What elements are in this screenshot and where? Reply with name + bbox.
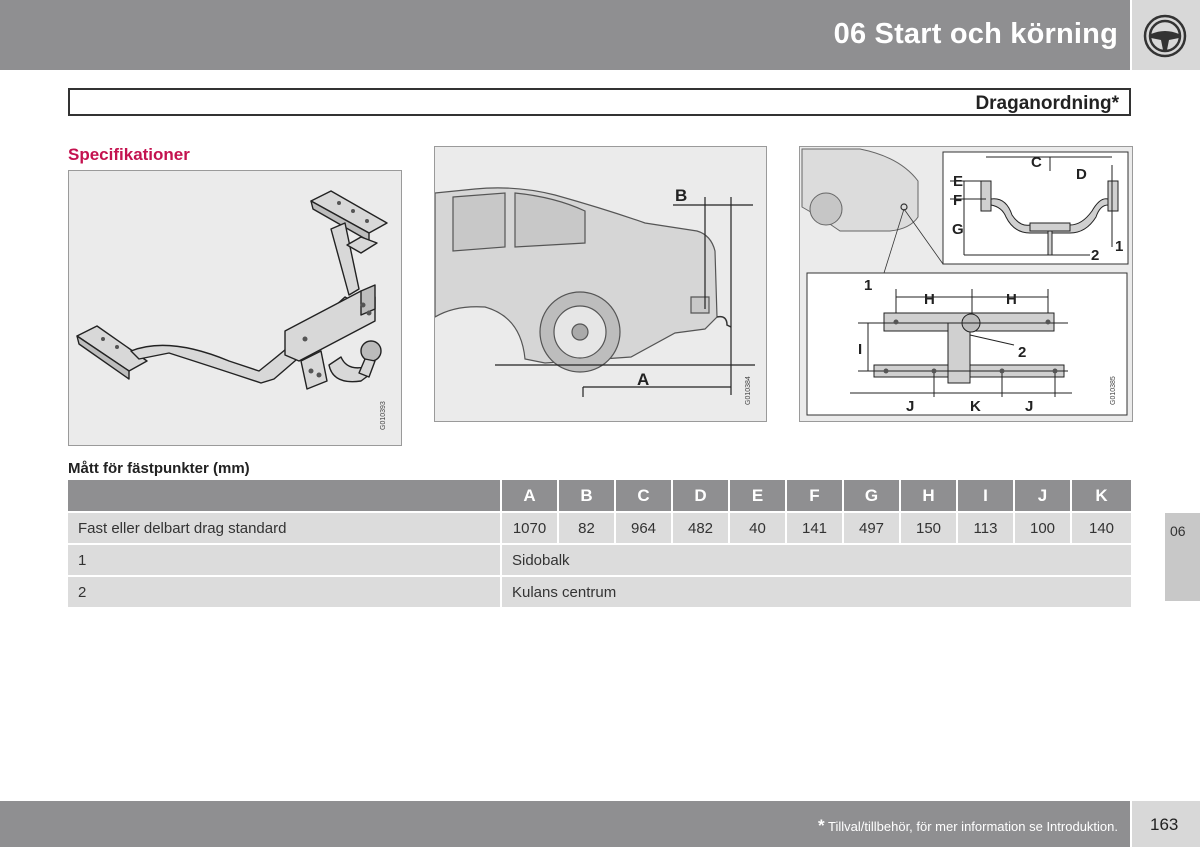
table-cell: 150 <box>899 512 957 545</box>
dimension-label-i: I <box>858 341 862 358</box>
table-cell: 113 <box>956 512 1014 545</box>
table-header-cell: K <box>1070 480 1131 513</box>
table-header-row: A B C D E F G H I J K <box>68 480 1131 513</box>
towbar-illustration: G010393 <box>68 170 402 446</box>
table-cell: 964 <box>614 512 672 545</box>
figure-code: G010384 <box>745 376 752 405</box>
steering-wheel-icon <box>1143 14 1187 58</box>
table-cell: 140 <box>1070 512 1131 545</box>
footnote: * Tillval/tillbehör, för mer information… <box>818 816 1118 836</box>
dimension-label-h: H <box>1006 291 1017 308</box>
dimension-label-d: D <box>1076 166 1087 183</box>
table-header-cell: J <box>1013 480 1071 513</box>
section-title-box: Draganordning* <box>68 88 1131 116</box>
dimension-label-c: C <box>1031 154 1042 171</box>
specifications-heading: Specifikationer <box>68 145 190 164</box>
table-cell: 82 <box>557 512 615 545</box>
table-row: 1 Sidobalk <box>68 544 1131 577</box>
table-row-label: 2 <box>68 576 501 609</box>
table-header-cell: H <box>899 480 957 513</box>
label-side-beam-1: 1 <box>1115 238 1123 255</box>
table-cell: 482 <box>671 512 729 545</box>
table-header-cell: I <box>956 480 1014 513</box>
label-ball-center-2: 2 <box>1091 247 1099 264</box>
table-row: 2 Kulans centrum <box>68 576 1131 609</box>
footnote-text: Tillval/tillbehör, för mer information s… <box>828 819 1118 834</box>
table-row-description: Kulans centrum <box>500 576 1131 609</box>
table-header-cell: C <box>614 480 672 513</box>
dimension-label-f: F <box>953 192 962 209</box>
dimension-label-g: G <box>952 221 964 238</box>
table-cell: 1070 <box>500 512 558 545</box>
table-caption: Mått för fästpunkter (mm) <box>68 460 250 477</box>
table-row-label: Fast eller delbart drag standard <box>68 512 501 545</box>
mounting-points-diagram: C D E F G 1 2 1 H H I 2 J K J G010385 <box>799 146 1133 422</box>
table-header-blank <box>68 480 501 513</box>
table-row: Fast eller delbart drag standard 1070 82… <box>68 512 1131 545</box>
car-side-diagram: B A G010384 <box>434 146 767 422</box>
section-title: Draganordning* <box>975 93 1119 114</box>
table-row-label: 1 <box>68 544 501 577</box>
dimension-label-b: B <box>675 186 687 205</box>
dimension-label-e: E <box>953 173 963 190</box>
chapter-side-tab-label: 06 <box>1170 523 1186 539</box>
table-header-cell: F <box>785 480 843 513</box>
dimension-label-j: J <box>1025 398 1033 415</box>
table-header-cell: B <box>557 480 615 513</box>
table-header-cell: A <box>500 480 558 513</box>
table-header-cell: E <box>728 480 786 513</box>
label-ball-center-2: 2 <box>1018 344 1026 361</box>
table-row-description: Sidobalk <box>500 544 1131 577</box>
footnote-star: * <box>818 816 825 835</box>
dimension-label-j: J <box>906 398 914 415</box>
table-cell: 497 <box>842 512 900 545</box>
dimension-label-a: A <box>637 370 649 389</box>
dimension-label-k: K <box>970 398 981 415</box>
table-cell: 141 <box>785 512 843 545</box>
table-header-cell: G <box>842 480 900 513</box>
chapter-title: 06 Start och körning <box>833 18 1118 50</box>
dimensions-table: A B C D E F G H I J K Fast eller delbart… <box>68 480 1131 609</box>
dimension-label-h: H <box>924 291 935 308</box>
chapter-icon-box <box>1132 0 1200 70</box>
table-cell: 100 <box>1013 512 1071 545</box>
label-side-beam-1: 1 <box>864 277 872 294</box>
table-header-cell: D <box>671 480 729 513</box>
figure-code: G010385 <box>1110 376 1117 405</box>
page-number: 163 <box>1150 815 1179 834</box>
table-cell: 40 <box>728 512 786 545</box>
figure-code: G010393 <box>380 401 387 430</box>
